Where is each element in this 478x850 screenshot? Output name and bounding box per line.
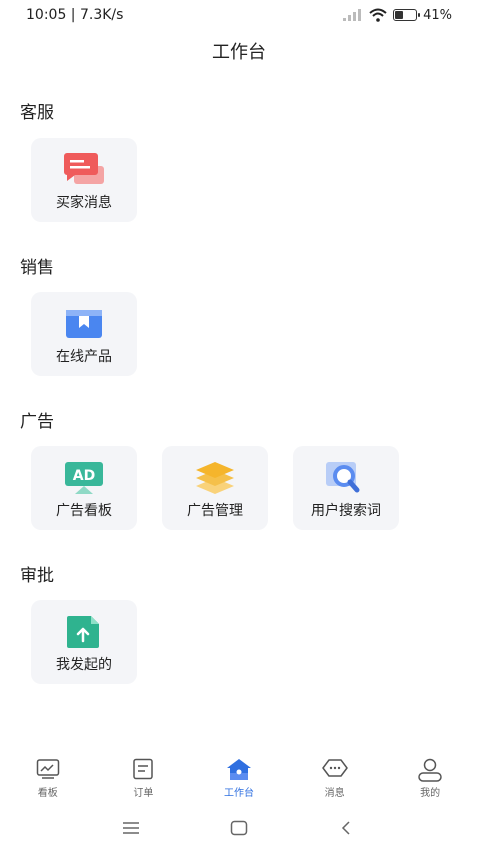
tab-profile[interactable]: 我的	[382, 756, 478, 804]
section-title-sales: 销售	[20, 258, 54, 278]
online-products-label: 在线产品	[56, 349, 112, 365]
status-bar: 10:05 | 7.3K/s 41%	[0, 0, 478, 30]
back-button[interactable]	[331, 814, 361, 842]
back-chevron-icon	[341, 821, 350, 835]
home-button[interactable]	[224, 814, 254, 842]
status-icons: 41%	[343, 8, 452, 23]
menu-icon	[123, 822, 139, 834]
initiated-by-me-card[interactable]: 我发起的	[31, 600, 137, 684]
system-nav-bar	[0, 808, 478, 848]
ad-management-card[interactable]: 广告管理	[162, 446, 268, 530]
tab-orders-label: 订单	[133, 788, 154, 799]
buyer-messages-card[interactable]: 买家消息	[31, 138, 137, 222]
battery-icon	[393, 9, 421, 21]
svg-text:AD: AD	[73, 468, 95, 484]
buyer-messages-label: 买家消息	[56, 195, 112, 211]
home-square-icon	[230, 820, 248, 836]
section-title-customer-service: 客服	[20, 103, 54, 123]
tab-messages-label: 消息	[324, 788, 345, 799]
ad-board-icon: AD	[65, 462, 103, 494]
ad-board-card[interactable]: AD 广告看板	[31, 446, 137, 530]
search-icon	[326, 462, 360, 493]
layers-icon	[196, 462, 234, 494]
tab-workbench[interactable]: 工作台	[191, 756, 287, 804]
page-title: 工作台	[212, 42, 266, 63]
tab-workbench-label: 工作台	[223, 788, 254, 799]
upload-file-icon	[67, 616, 99, 648]
chat-bubble-icon	[64, 153, 104, 184]
initiated-by-me-label: 我发起的	[56, 657, 112, 673]
menu-button[interactable]	[116, 814, 146, 842]
dashboard-icon	[36, 759, 60, 779]
section-title-approval: 审批	[20, 566, 54, 586]
bottom-tab-bar: 看板 订单 工作台 消息 我的	[0, 756, 478, 804]
section-title-ads: 广告	[20, 412, 54, 432]
message-icon	[321, 759, 348, 777]
order-icon	[133, 758, 154, 780]
battery-percent: 41%	[423, 7, 452, 23]
workbench-icon	[226, 759, 251, 780]
ad-board-label: 广告看板	[56, 503, 112, 519]
signal-icon	[343, 9, 362, 21]
product-box-icon	[66, 310, 102, 338]
user-search-terms-label: 用户搜索词	[311, 503, 381, 519]
wifi-icon	[369, 8, 387, 22]
tab-dashboard[interactable]: 看板	[0, 756, 96, 804]
tab-profile-label: 我的	[420, 788, 441, 799]
user-search-terms-card[interactable]: 用户搜索词	[293, 446, 399, 530]
tab-orders[interactable]: 订单	[96, 756, 192, 804]
tab-messages[interactable]: 消息	[287, 756, 383, 804]
tab-dashboard-label: 看板	[37, 788, 58, 799]
ad-management-label: 广告管理	[187, 503, 243, 519]
status-time: 10:05 | 7.3K/s	[26, 7, 124, 23]
profile-icon	[418, 758, 442, 782]
online-products-card[interactable]: 在线产品	[31, 292, 137, 376]
